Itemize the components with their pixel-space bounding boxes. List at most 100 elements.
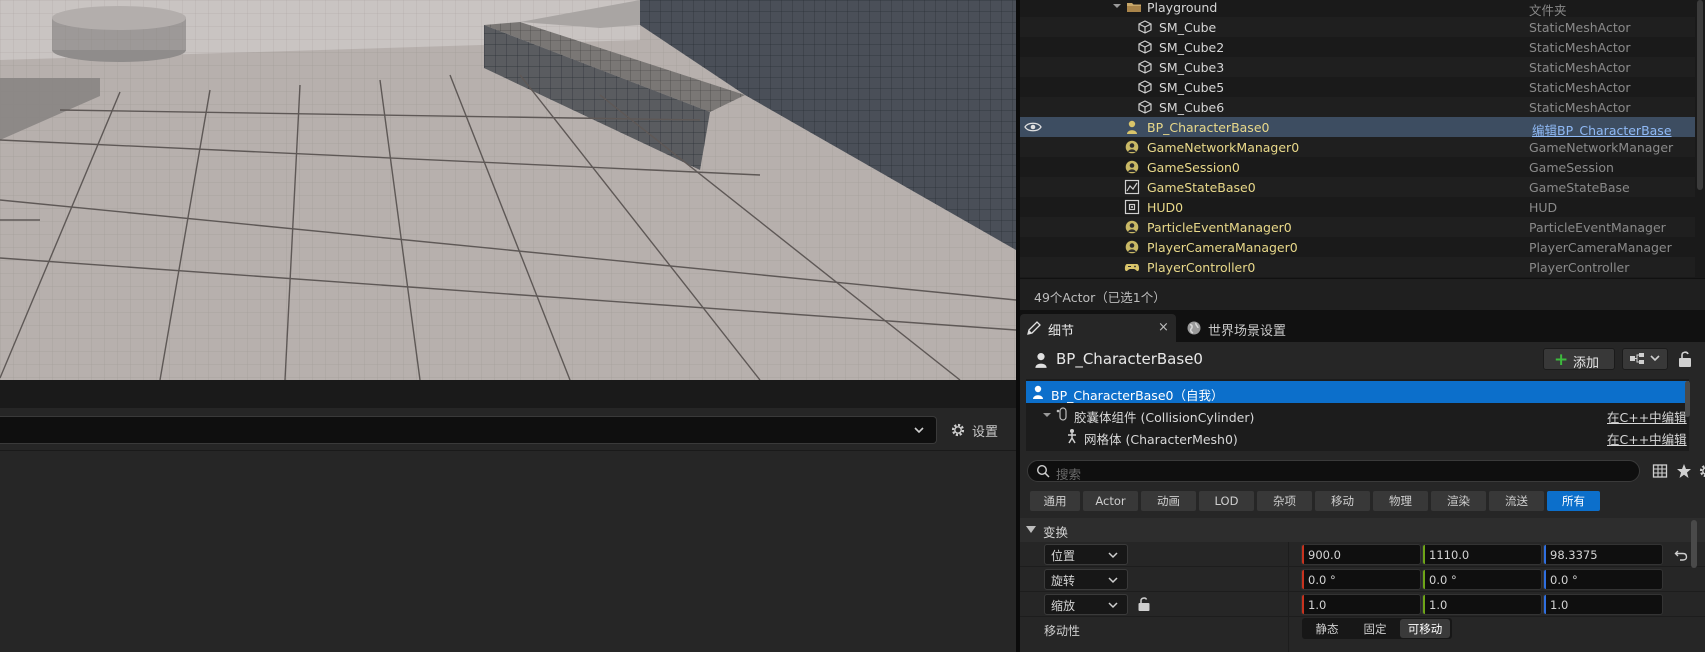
outliner-row[interactable]: SM_Cube5 StaticMeshActor — [1020, 77, 1695, 97]
outliner-row[interactable]: GameStateBase0 GameStateBase — [1020, 177, 1695, 197]
outliner-row[interactable]: GameNetworkManager0 GameNetworkManager — [1020, 137, 1695, 157]
viewport-scene — [0, 0, 1016, 380]
outliner-row[interactable]: SM_Cube6 StaticMeshActor — [1020, 97, 1695, 117]
outliner-row[interactable]: PlayerCameraManager0 PlayerCameraManager — [1020, 237, 1695, 257]
outliner-row[interactable]: SM_Cube2 StaticMeshActor — [1020, 37, 1695, 57]
outliner-item-name: SM_Cube — [1159, 20, 1217, 35]
outliner-item-name: SM_Cube6 — [1159, 100, 1225, 115]
outliner-row[interactable]: GameSession0 GameSession — [1020, 157, 1695, 177]
close-tab-button[interactable]: × — [1158, 320, 1169, 335]
component-tree-scrollbar[interactable] — [1685, 381, 1690, 417]
tab-details[interactable]: 细节 × — [1020, 314, 1176, 342]
details-tab-bar: 细节 × 世界场景设置 — [1020, 310, 1705, 342]
component-row[interactable]: 网格体 (CharacterMesh0) 在C++中编辑 — [1026, 425, 1689, 447]
outliner-scrollbar[interactable] — [1697, 0, 1703, 190]
filter-rendering[interactable]: 渲染 — [1431, 491, 1486, 511]
outliner-row[interactable]: ParticleEventManager0 ParticleEventManag… — [1020, 217, 1695, 237]
mobility-movable-option[interactable]: 可移动 — [1400, 619, 1450, 638]
filter-physics[interactable]: 物理 — [1373, 491, 1428, 511]
outliner-item-name: SM_Cube2 — [1159, 40, 1225, 55]
filter-animation[interactable]: 动画 — [1141, 491, 1196, 511]
static-mesh-icon — [1138, 80, 1152, 94]
location-x-value: 900.0 — [1308, 548, 1341, 562]
location-mode-select[interactable]: 位置 — [1044, 544, 1128, 565]
game-state-icon — [1124, 179, 1140, 195]
details-scrollbar[interactable] — [1691, 520, 1697, 568]
filter-lod[interactable]: LOD — [1199, 491, 1254, 511]
viewport-bottom-bar — [0, 380, 1016, 408]
outliner-item-name: BP_CharacterBase0 — [1147, 120, 1270, 135]
tab-details-label: 细节 — [1048, 324, 1075, 339]
location-x-field[interactable]: 900.0 — [1301, 544, 1421, 565]
level-viewport[interactable] — [0, 0, 1016, 380]
filter-movement[interactable]: 移动 — [1315, 491, 1370, 511]
outliner-item-type: StaticMeshActor — [1529, 60, 1631, 75]
rotation-mode-select[interactable]: 旋转 — [1044, 569, 1128, 590]
mobility-stationary-option[interactable]: 固定 — [1352, 619, 1398, 638]
outliner-row[interactable]: PlayerController0 PlayerController — [1020, 257, 1695, 277]
static-mesh-icon — [1138, 20, 1152, 34]
filter-general[interactable]: 通用 — [1030, 491, 1080, 511]
rotation-y-field[interactable]: 0.0 ° — [1422, 569, 1542, 590]
unlock-icon[interactable] — [1677, 350, 1693, 368]
location-z-value: 98.3375 — [1550, 548, 1598, 562]
component-root-row[interactable]: BP_CharacterBase0（自我） — [1026, 381, 1689, 403]
component-name: 网格体 (CharacterMesh0) — [1084, 432, 1238, 447]
outliner-row[interactable]: HUD0 HUD — [1020, 197, 1695, 217]
outliner-item-type: GameStateBase — [1529, 180, 1630, 195]
unlock-icon[interactable] — [1137, 596, 1151, 612]
y-axis-marker — [1423, 570, 1425, 589]
edit-in-cpp-link[interactable]: 在C++中编辑 — [1607, 429, 1687, 448]
rotation-row: 旋转 0.0 ° 0.0 ° 0.0 ° — [1020, 567, 1705, 592]
globe-icon — [1187, 321, 1201, 335]
hierarchy-icon — [1630, 353, 1660, 364]
lower-panel-dropdown[interactable] — [0, 416, 937, 444]
star-icon[interactable] — [1676, 463, 1692, 479]
edit-in-cpp-link[interactable]: 在C++中编辑 — [1607, 407, 1687, 426]
reset-arrow-icon[interactable] — [1674, 548, 1688, 562]
outliner-row-selected[interactable]: BP_CharacterBase0 编辑BP_CharacterBase — [1020, 117, 1695, 138]
outliner-item-name: SM_Cube5 — [1159, 80, 1225, 95]
actor-icon — [1125, 220, 1139, 234]
hud-icon — [1124, 199, 1140, 215]
gear-icon[interactable] — [1698, 463, 1705, 479]
outliner-item-type: HUD — [1529, 200, 1558, 215]
details-search-input[interactable]: 搜索 — [1027, 460, 1640, 482]
character-icon — [1127, 120, 1137, 134]
outliner-row-folder[interactable]: Playground 文件夹 — [1020, 0, 1695, 18]
outliner-row[interactable]: SM_Cube StaticMeshActor — [1020, 17, 1695, 37]
location-y-field[interactable]: 1110.0 — [1422, 544, 1542, 565]
actor-name: BP_CharacterBase0 — [1056, 350, 1203, 368]
character-icon — [1033, 385, 1043, 399]
rotation-label: 旋转 — [1051, 574, 1076, 588]
outliner-row[interactable]: SM_Cube3 StaticMeshActor — [1020, 57, 1695, 77]
settings-button[interactable]: 设置 — [950, 420, 998, 440]
eye-icon[interactable] — [1024, 120, 1042, 134]
scale-mode-select[interactable]: 缩放 — [1044, 594, 1128, 615]
rotation-x-value: 0.0 ° — [1308, 573, 1336, 587]
filter-all[interactable]: 所有 — [1547, 491, 1600, 511]
add-component-button[interactable]: + 添加 — [1543, 348, 1615, 371]
filter-misc[interactable]: 杂项 — [1257, 491, 1312, 511]
outliner-item-name: Playground — [1147, 0, 1218, 15]
rotation-x-field[interactable]: 0.0 ° — [1301, 569, 1421, 590]
hierarchy-options-button[interactable] — [1622, 348, 1668, 370]
transform-section-header[interactable]: 变换 — [1020, 518, 1705, 542]
static-mesh-icon — [1138, 100, 1152, 114]
outliner-item-type: GameSession — [1529, 160, 1614, 175]
filter-streaming[interactable]: 流送 — [1489, 491, 1544, 511]
scale-y-field[interactable]: 1.0 — [1422, 594, 1542, 615]
component-tree: BP_CharacterBase0（自我） 胶囊体组件 (CollisionCy… — [1026, 379, 1689, 451]
settings-label: 设置 — [972, 424, 999, 440]
chevron-down-icon[interactable] — [1042, 410, 1052, 420]
chevron-down-icon — [914, 427, 924, 434]
filter-actor[interactable]: Actor — [1083, 491, 1138, 511]
rotation-z-field[interactable]: 0.0 ° — [1543, 569, 1663, 590]
location-z-field[interactable]: 98.3375 — [1543, 544, 1663, 565]
table-view-icon[interactable] — [1652, 463, 1668, 479]
scale-x-field[interactable]: 1.0 — [1301, 594, 1421, 615]
mobility-static-option[interactable]: 静态 — [1304, 619, 1350, 638]
scale-z-field[interactable]: 1.0 — [1543, 594, 1663, 615]
search-placeholder: 搜索 — [1056, 467, 1082, 482]
component-row[interactable]: 胶囊体组件 (CollisionCylinder) 在C++中编辑 — [1026, 403, 1689, 425]
